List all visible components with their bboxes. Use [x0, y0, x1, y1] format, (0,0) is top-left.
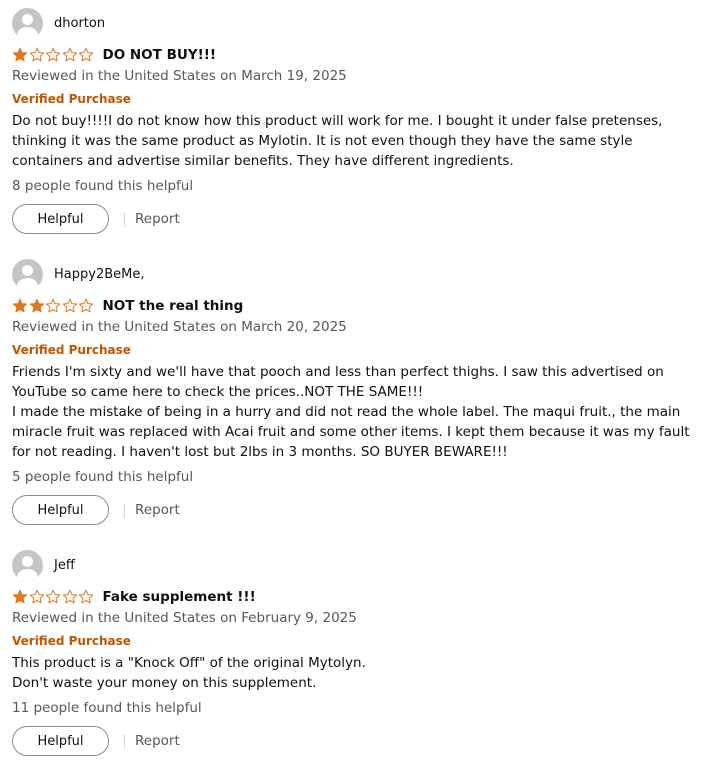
star-filled-icon	[29, 298, 44, 313]
review: Jeff Fake supplement !!! Reviewed in the…	[0, 550, 701, 765]
star-empty-icon	[78, 589, 94, 604]
review-date: Reviewed in the United States on March 2…	[12, 319, 347, 335]
helpful-count: 11 people found this helpful	[12, 700, 202, 716]
star-empty-icon	[29, 589, 44, 604]
report-link[interactable]: Report	[135, 502, 180, 518]
star-empty-icon	[45, 589, 61, 604]
review: dhorton DO NOT BUY!!! Reviewed in the Un…	[0, 8, 701, 238]
review-title[interactable]: DO NOT BUY!!!	[103, 47, 217, 63]
review-text: Do not buy!!!!I do not know how this pro…	[12, 113, 663, 169]
star-empty-icon	[62, 589, 77, 604]
star-empty-icon	[78, 298, 94, 313]
helpful-button[interactable]: Helpful	[12, 495, 109, 525]
helpful-count: 8 people found this helpful	[12, 178, 194, 194]
review-date: Reviewed in the United States on March 1…	[12, 68, 347, 84]
star-rating[interactable]	[12, 589, 95, 605]
star-rating[interactable]	[12, 298, 95, 314]
review-text: Friends I'm sixty and we'll have that po…	[12, 364, 690, 460]
star-filled-icon	[12, 47, 28, 62]
verified-purchase-badge[interactable]: Verified Purchase	[12, 92, 131, 106]
divider	[124, 211, 125, 227]
review-date: Reviewed in the United States on Februar…	[12, 610, 357, 626]
verified-purchase-badge[interactable]: Verified Purchase	[12, 343, 131, 357]
reviewer-name: Jeff	[54, 558, 75, 573]
reviewer-profile[interactable]: Jeff	[12, 550, 75, 581]
review-title[interactable]: NOT the real thing	[103, 298, 244, 314]
verified-purchase-badge[interactable]: Verified Purchase	[12, 634, 131, 648]
reviewer-profile[interactable]: dhorton	[12, 8, 105, 39]
report-link[interactable]: Report	[135, 733, 180, 749]
review: Happy2BeMe, NOT the real thing Reviewed …	[0, 259, 701, 529]
review-title[interactable]: Fake supplement !!!	[103, 589, 256, 605]
helpful-count: 5 people found this helpful	[12, 469, 194, 485]
avatar-icon	[12, 259, 43, 290]
star-rating[interactable]	[12, 47, 95, 63]
reviewer-name: Happy2BeMe,	[54, 267, 145, 282]
star-filled-icon	[12, 589, 28, 604]
star-empty-icon	[45, 47, 61, 62]
reviewer-profile[interactable]: Happy2BeMe,	[12, 259, 144, 290]
divider	[124, 733, 125, 749]
star-empty-icon	[62, 298, 77, 313]
star-empty-icon	[62, 47, 77, 62]
star-empty-icon	[29, 47, 44, 62]
review-text: This product is a "Knock Off" of the ori…	[12, 655, 366, 691]
avatar-icon	[12, 550, 43, 581]
reviewer-name: dhorton	[54, 16, 106, 31]
avatar-icon	[12, 8, 43, 39]
star-empty-icon	[78, 47, 94, 62]
report-link[interactable]: Report	[135, 211, 180, 227]
helpful-button[interactable]: Helpful	[12, 204, 109, 234]
divider	[124, 502, 125, 518]
helpful-button[interactable]: Helpful	[12, 726, 109, 756]
star-empty-icon	[45, 298, 61, 313]
star-filled-icon	[12, 298, 28, 313]
